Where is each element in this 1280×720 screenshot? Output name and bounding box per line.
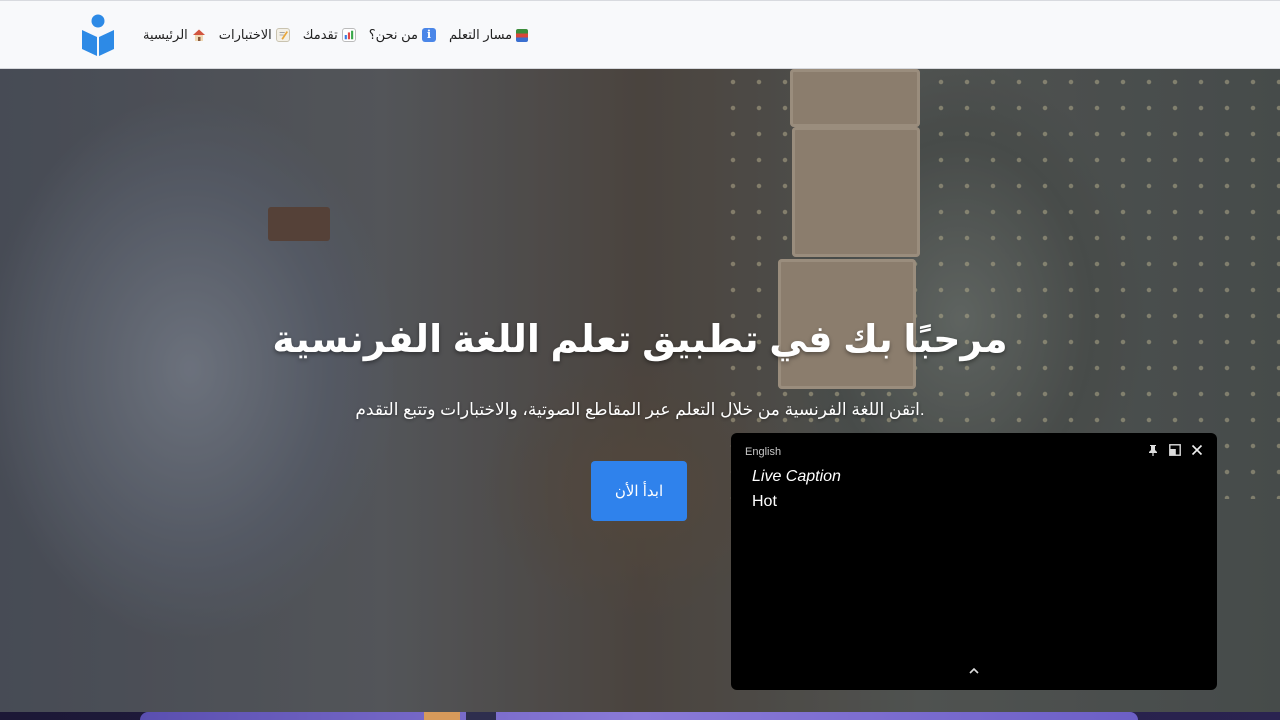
- taskbar: [0, 712, 1280, 720]
- nav-item-progress[interactable]: تقدمك: [303, 27, 356, 43]
- logo-icon[interactable]: [80, 13, 116, 57]
- caption-language-label[interactable]: English: [745, 446, 781, 458]
- top-navbar: مسار التعلم i من نحن؟ تقدمك الاختبارات ا…: [0, 0, 1280, 69]
- info-icon: i: [422, 28, 436, 42]
- expand-window-icon[interactable]: [1169, 444, 1181, 456]
- nav-item-about[interactable]: i من نحن؟: [369, 27, 436, 43]
- nav-item-learning-path[interactable]: مسار التعلم: [449, 27, 529, 43]
- nav-item-label: من نحن؟: [368, 27, 418, 42]
- start-now-button[interactable]: ابدأ الأن: [591, 461, 687, 521]
- live-caption-panel[interactable]: English Live Caption Hot: [731, 433, 1217, 690]
- taskbar-app-icon[interactable]: [424, 712, 460, 720]
- books-icon: [516, 28, 529, 42]
- chevron-up-icon[interactable]: [968, 666, 980, 676]
- taskbar-dock: [140, 712, 1138, 720]
- main-nav: مسار التعلم i من نحن؟ تقدمك الاختبارات ا…: [143, 1, 529, 69]
- bar-chart-icon: [341, 28, 356, 42]
- memo-icon: [275, 28, 290, 42]
- close-icon[interactable]: [1191, 444, 1203, 456]
- nav-item-label: الاختبارات: [218, 27, 272, 42]
- nav-item-label: مسار التعلم: [449, 27, 513, 42]
- hero-subtitle: .اتقن اللغة الفرنسية من خلال التعلم عبر …: [355, 400, 925, 419]
- pin-icon[interactable]: [1147, 444, 1159, 456]
- house-icon: [192, 29, 205, 41]
- caption-controls: [1147, 444, 1203, 456]
- nav-item-home[interactable]: الرئيسية: [143, 27, 206, 43]
- caption-text: Hot: [752, 493, 777, 510]
- taskbar-app-icon[interactable]: [466, 712, 496, 720]
- nav-item-label: الرئيسية: [143, 27, 188, 42]
- caption-title: Live Caption: [752, 468, 841, 485]
- hero-title: مرحبًا بك في تطبيق تعلم اللغة الفرنسية: [272, 319, 1008, 361]
- nav-item-label: تقدمك: [302, 27, 338, 42]
- nav-item-quizzes[interactable]: الاختبارات: [219, 27, 290, 43]
